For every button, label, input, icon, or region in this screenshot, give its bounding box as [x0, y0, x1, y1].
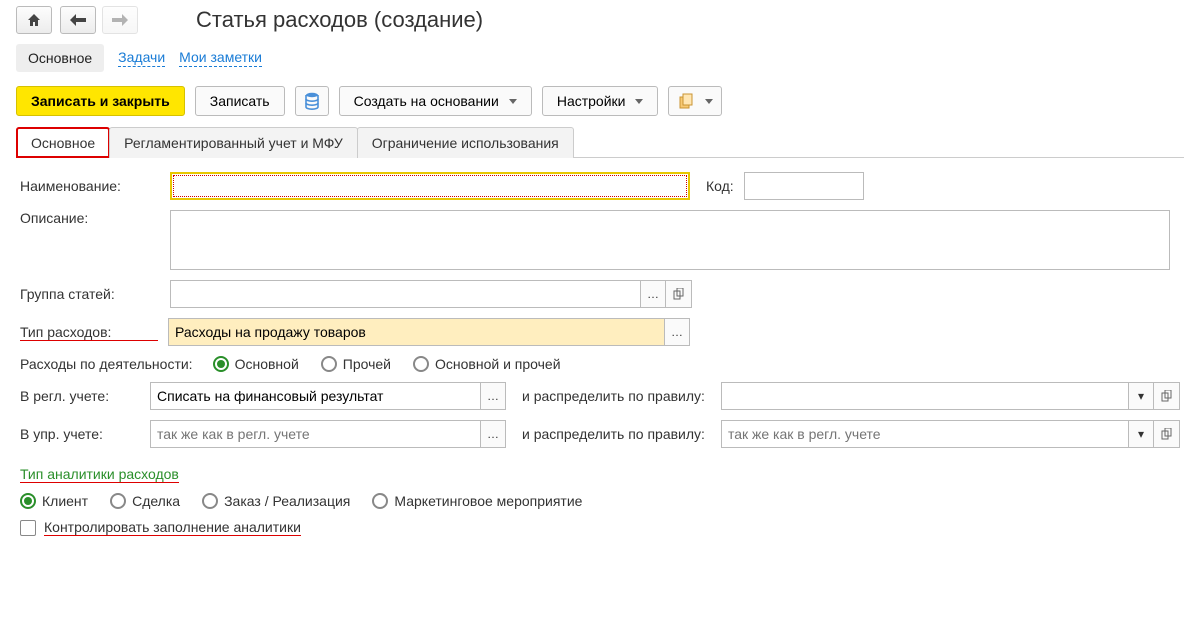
- mgmt-rule-open-button[interactable]: [1154, 420, 1180, 448]
- mgmt-rule-lookup: ▾: [721, 420, 1180, 448]
- analytics-radio-deal[interactable]: Сделка: [110, 493, 180, 509]
- nav-tab-notes[interactable]: Мои заметки: [179, 49, 262, 67]
- chevron-down-icon: [509, 99, 517, 104]
- database-icon: [304, 92, 320, 110]
- mgmt-label: В упр. учете:: [20, 426, 140, 442]
- radio-icon: [413, 356, 429, 372]
- mgmt-lookup: …: [150, 420, 506, 448]
- reg-rule-input[interactable]: [721, 382, 1128, 410]
- radio-label: Сделка: [132, 493, 180, 509]
- reg-rule-dropdown-button[interactable]: ▾: [1128, 382, 1154, 410]
- desc-label: Описание:: [20, 210, 160, 226]
- type-input[interactable]: [168, 318, 664, 346]
- radio-label: Основной и прочей: [435, 356, 561, 372]
- group-lookup: …: [170, 280, 692, 308]
- radio-label: Прочей: [343, 356, 391, 372]
- group-choose-button[interactable]: …: [640, 280, 666, 308]
- settings-button[interactable]: Настройки: [542, 86, 659, 116]
- home-button[interactable]: [16, 6, 52, 34]
- mgmt-choose-button[interactable]: …: [480, 420, 506, 448]
- group-input[interactable]: [170, 280, 640, 308]
- mgmt-rule-input[interactable]: [721, 420, 1128, 448]
- arrow-right-icon: [112, 14, 128, 26]
- type-lookup: …: [168, 318, 690, 346]
- radio-icon: [110, 493, 126, 509]
- chevron-down-icon: [705, 99, 713, 104]
- back-button[interactable]: [60, 6, 96, 34]
- database-button[interactable]: [295, 86, 329, 116]
- code-input[interactable]: [744, 172, 864, 200]
- toolbar: Записать и закрыть Записать Создать на о…: [0, 80, 1200, 126]
- radio-icon: [20, 493, 36, 509]
- group-label: Группа статей:: [20, 286, 160, 302]
- nav-tab-main[interactable]: Основное: [16, 44, 104, 72]
- card-tab-restrict[interactable]: Ограничение использования: [357, 127, 574, 158]
- control-checkbox[interactable]: [20, 520, 36, 536]
- activity-label: Расходы по деятельности:: [20, 356, 193, 372]
- card-tab-main[interactable]: Основное: [16, 127, 110, 158]
- card-tabs: Основное Регламентированный учет и МФУ О…: [16, 126, 1184, 158]
- form-body: Наименование: Код: Описание: Группа стат…: [0, 158, 1200, 550]
- create-based-label: Создать на основании: [354, 93, 499, 109]
- reg-rule-lookup: ▾: [721, 382, 1180, 410]
- top-nav: Основное Задачи Мои заметки: [0, 38, 1200, 80]
- radio-icon: [202, 493, 218, 509]
- save-button[interactable]: Записать: [195, 86, 285, 116]
- settings-label: Настройки: [557, 93, 626, 109]
- activity-radio-main[interactable]: Основной: [213, 356, 299, 372]
- reg-input[interactable]: [150, 382, 480, 410]
- reg-lookup: …: [150, 382, 506, 410]
- external-icon: [1161, 390, 1173, 402]
- analytics-radio-client[interactable]: Клиент: [20, 493, 88, 509]
- mgmt-input[interactable]: [150, 420, 480, 448]
- analytics-radio-order[interactable]: Заказ / Реализация: [202, 493, 350, 509]
- control-checkbox-label: Контролировать заполнение аналитики: [44, 519, 301, 536]
- external-icon: [673, 288, 685, 300]
- name-label: Наименование:: [20, 178, 160, 194]
- desc-textarea[interactable]: [170, 210, 1170, 270]
- nav-tab-tasks[interactable]: Задачи: [118, 49, 165, 67]
- radio-label: Маркетинговое мероприятие: [394, 493, 582, 509]
- type-choose-button[interactable]: …: [664, 318, 690, 346]
- reg-label: В регл. учете:: [20, 388, 140, 404]
- reg-rule-label: и распределить по правилу:: [522, 388, 705, 404]
- group-open-button[interactable]: [666, 280, 692, 308]
- radio-icon: [321, 356, 337, 372]
- arrow-left-icon: [70, 14, 86, 26]
- chevron-down-icon: [635, 99, 643, 104]
- save-close-button[interactable]: Записать и закрыть: [16, 86, 185, 116]
- copy-button[interactable]: [668, 86, 722, 116]
- radio-icon: [372, 493, 388, 509]
- radio-label: Заказ / Реализация: [224, 493, 350, 509]
- card-tab-reg[interactable]: Регламентированный учет и МФУ: [109, 127, 358, 158]
- home-icon: [26, 12, 42, 28]
- forward-button: [102, 6, 138, 34]
- external-icon: [1161, 428, 1173, 440]
- mgmt-rule-dropdown-button[interactable]: ▾: [1128, 420, 1154, 448]
- create-based-button[interactable]: Создать на основании: [339, 86, 532, 116]
- name-input[interactable]: [170, 172, 690, 200]
- type-label: Тип расходов:: [20, 324, 158, 341]
- reg-choose-button[interactable]: …: [480, 382, 506, 410]
- radio-label: Основной: [235, 356, 299, 372]
- analytics-radio-group: Клиент Сделка Заказ / Реализация Маркети…: [20, 493, 582, 509]
- radio-label: Клиент: [42, 493, 88, 509]
- radio-icon: [213, 356, 229, 372]
- activity-radio-both[interactable]: Основной и прочей: [413, 356, 561, 372]
- code-label: Код:: [706, 178, 734, 194]
- copy-icon: [677, 92, 695, 110]
- reg-rule-open-button[interactable]: [1154, 382, 1180, 410]
- activity-radio-group: Основной Прочей Основной и прочей: [213, 356, 561, 372]
- analytics-section-title: Тип аналитики расходов: [20, 466, 179, 483]
- mgmt-rule-label: и распределить по правилу:: [522, 426, 705, 442]
- analytics-radio-marketing[interactable]: Маркетинговое мероприятие: [372, 493, 582, 509]
- activity-radio-other[interactable]: Прочей: [321, 356, 391, 372]
- page-title: Статья расходов (создание): [196, 7, 483, 33]
